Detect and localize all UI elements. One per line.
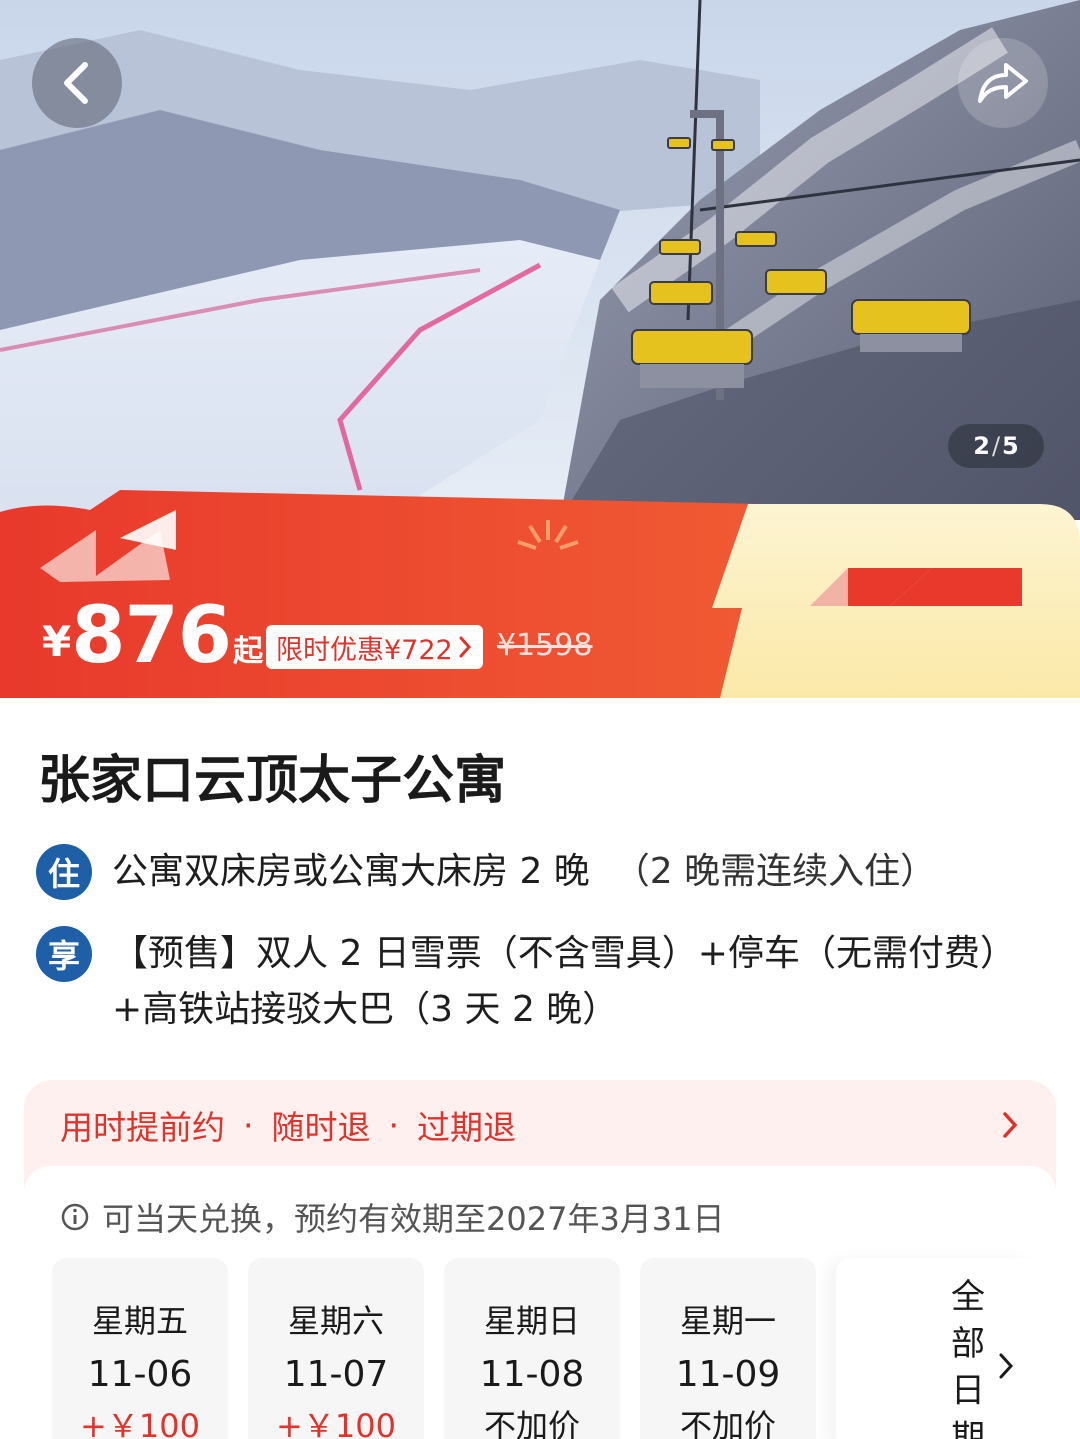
hero-gallery[interactable]: 2 / 5	[0, 0, 1080, 520]
date-price: +￥100	[276, 1407, 396, 1439]
date-price: 不加价	[483, 1407, 580, 1439]
date-weekday: 星期日	[483, 1302, 580, 1340]
date-option[interactable]: 星期六 11-07 +￥100	[248, 1258, 424, 1439]
share-arrow-icon	[978, 63, 1028, 103]
policy-item-refund-anytime: 随时退	[271, 1108, 371, 1147]
date-value: 11-09	[675, 1354, 781, 1395]
date-price: +￥100	[80, 1407, 200, 1439]
pager-current: 2	[973, 432, 990, 460]
chevron-left-icon	[64, 62, 88, 104]
info-icon	[61, 1203, 89, 1231]
currency-symbol: ¥	[42, 617, 72, 666]
price-amount: 876	[71, 591, 232, 681]
stay-badge: 住	[36, 844, 92, 900]
date-value: 11-07	[283, 1354, 389, 1395]
date-price: 不加价	[679, 1407, 776, 1439]
pager-separator: /	[991, 432, 1001, 460]
price-suffix: 起	[233, 634, 264, 669]
all-dates-button[interactable]	[836, 1258, 1036, 1439]
benefit-description: 【预售】双人 2 日雪票（不含雪具）+停车（无需付费）+高铁站接驳大巴（3 天 …	[112, 933, 1016, 1030]
date-option[interactable]: 星期一 11-09 不加价	[640, 1258, 816, 1439]
original-price: ¥1598	[497, 628, 593, 663]
benefit-badge: 享	[36, 926, 92, 982]
stay-info: 住 公寓双床房或公寓大床房 2 晚 （2 晚需连续入住）	[36, 844, 1052, 900]
policy-header[interactable]: 用时提前约 · 随时退 · 过期退	[60, 1100, 1020, 1150]
date-weekday: 星期六	[287, 1302, 384, 1340]
benefit-info: 享 【预售】双人 2 日雪票（不含雪具）+停车（无需付费）+高铁站接驳大巴（3 …	[36, 926, 1052, 1038]
pager-total: 5	[1002, 432, 1019, 460]
limited-offer-chip[interactable]: 限时优惠¥722	[266, 625, 483, 669]
date-value: 11-06	[87, 1354, 193, 1395]
policy-item-refund-expired: 过期退	[417, 1108, 516, 1147]
chevron-right-icon	[459, 636, 471, 658]
validity-text: 可当天兑换，预约有效期至2027年3月31日	[102, 1200, 725, 1238]
policy-separator: ·	[243, 1105, 254, 1145]
all-dates-label: 全部日期	[951, 1277, 985, 1439]
product-detail-page: 2 / 5 ¥ 876 起 限时优惠¥722 ¥1598 张家口云顶太子公寓 住…	[0, 0, 1080, 1439]
stay-description: 公寓双床房或公寓大床房 2 晚	[112, 851, 590, 892]
stay-note: （2 晚需连续入住）	[613, 851, 937, 892]
gallery-pager: 2 / 5	[948, 424, 1044, 468]
date-weekday: 星期一	[679, 1302, 776, 1340]
limited-offer-label: 限时优惠¥722	[276, 634, 453, 666]
price-display: ¥ 876 起	[42, 596, 263, 676]
validity-note: 可当天兑换，预约有效期至2027年3月31日	[60, 1194, 725, 1240]
date-option[interactable]: 星期五 11-06 +￥100	[52, 1258, 228, 1439]
date-option[interactable]: 星期日 11-08 不加价	[444, 1258, 620, 1439]
policy-separator: ·	[388, 1105, 400, 1145]
chevron-right-icon	[999, 1353, 1014, 1379]
ski-resort-photo	[0, 0, 1080, 520]
date-weekday: 星期五	[91, 1302, 188, 1340]
policy-item-book-ahead: 用时提前约	[60, 1108, 225, 1147]
back-button[interactable]	[32, 38, 122, 128]
chevron-right-icon	[1003, 1112, 1018, 1138]
stay-info-text: 公寓双床房或公寓大床房 2 晚 （2 晚需连续入住）	[112, 844, 1052, 900]
product-title: 张家口云顶太子公寓	[38, 751, 507, 811]
date-value: 11-08	[479, 1354, 585, 1395]
share-button[interactable]	[958, 38, 1048, 128]
